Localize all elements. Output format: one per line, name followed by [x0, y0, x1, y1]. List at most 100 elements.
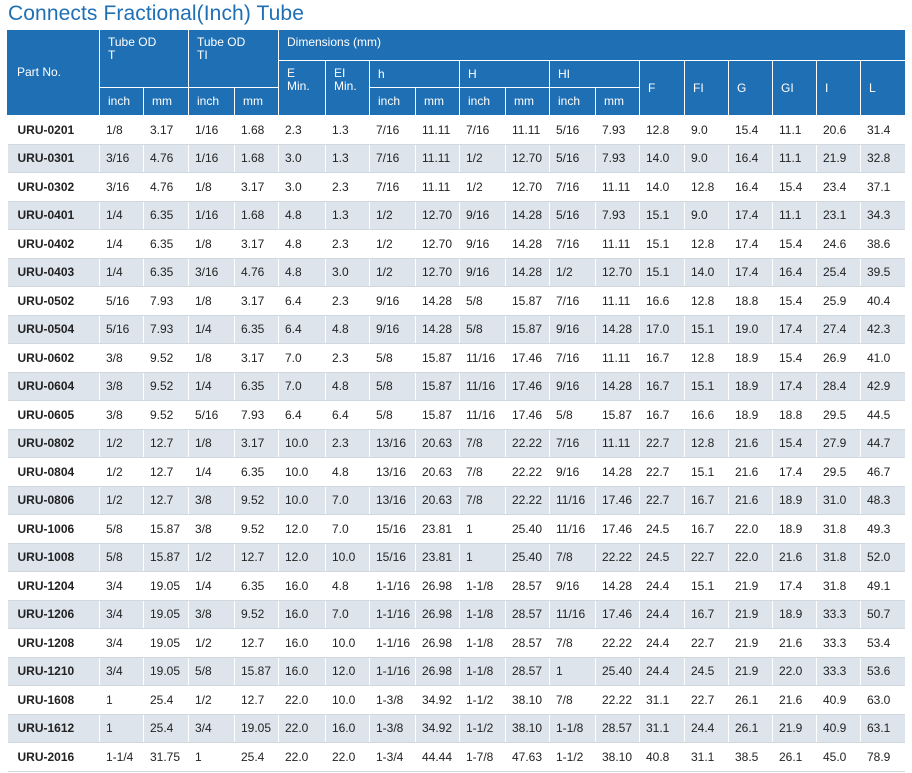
- table-cell: 1/8: [188, 429, 235, 458]
- table-cell: 2.3: [325, 429, 370, 458]
- table-cell: 16.4: [728, 172, 773, 202]
- table-cell: 17.4: [772, 457, 817, 487]
- table-cell: 17.46: [595, 600, 640, 629]
- part-number-cell: URU-0302: [7, 172, 100, 202]
- table-row: URU-1206 3/4 19.05 3/8 9.52 16.0 7.0 1-1/16 26.9…: [7, 600, 905, 629]
- table-cell: 24.6: [816, 229, 861, 259]
- table-cell: 12.8: [684, 172, 729, 202]
- table-cell: 45.0: [816, 742, 861, 772]
- header-dimensions: Dimensions (mm): [277, 30, 905, 61]
- table-cell: 5/16: [549, 144, 596, 173]
- table-cell: 11.11: [595, 286, 640, 316]
- table-row: URU-0402 1/4 6.35 1/8 3.17 4.8 2.3 1/2 12.70 9/16…: [7, 229, 905, 259]
- table-cell: 28.57: [505, 571, 550, 601]
- table-cell: 14.28: [415, 286, 460, 316]
- table-cell: 1/4: [188, 315, 235, 344]
- table-cell: 25.40: [505, 514, 550, 544]
- table-cell: 22.22: [595, 628, 640, 658]
- table-cell: 18.8: [728, 286, 773, 316]
- table-cell: 6.35: [234, 457, 279, 487]
- table-row: URU-2016 1-1/4 31.75 1 25.4 22.0 22.0 1-3/4 44.4…: [7, 742, 905, 772]
- table-cell: 29.5: [816, 457, 861, 487]
- table-cell: 40.9: [816, 714, 861, 743]
- table-cell: 21.9: [728, 600, 773, 629]
- table-cell: 3.17: [234, 343, 279, 373]
- table-cell: 12.8: [684, 429, 729, 458]
- table-cell: 5/8: [99, 543, 144, 572]
- table-cell: 12.0: [278, 514, 326, 544]
- table-cell: 9.52: [143, 372, 189, 401]
- table-cell: 22.22: [505, 457, 550, 487]
- table-cell: 24.4: [639, 600, 685, 629]
- table-cell: 1.3: [325, 115, 370, 145]
- table-cell: 3/16: [99, 144, 144, 173]
- table-cell: 42.3: [859, 315, 905, 344]
- table-cell: 9/16: [549, 315, 596, 344]
- header-h-small: h: [369, 60, 460, 88]
- table-cell: 9/16: [549, 457, 596, 487]
- table-cell: 7.93: [234, 400, 279, 430]
- table-cell: 11.11: [595, 429, 640, 458]
- table-cell: 11.11: [415, 115, 460, 145]
- part-number-cell: URU-0401: [7, 201, 100, 230]
- table-cell: 39.5: [859, 258, 905, 287]
- table-cell: 15.4: [728, 115, 773, 145]
- table-cell: 22.22: [595, 685, 640, 715]
- table-cell: 14.0: [639, 144, 685, 173]
- table-row: URU-1612 1 25.4 3/4 19.05 22.0 16.0 1-3/8 34.92 1…: [7, 714, 905, 743]
- table-cell: 1/2: [188, 685, 235, 715]
- table-cell: 6.35: [143, 201, 189, 230]
- table-cell: 14.0: [684, 258, 729, 287]
- table-cell: 1: [188, 742, 235, 772]
- table-cell: 40.4: [859, 286, 905, 316]
- table-cell: 5/8: [459, 315, 506, 344]
- part-number-cell: URU-0201: [7, 115, 100, 145]
- page-title: Connects Fractional(Inch) Tube: [8, 2, 304, 25]
- table-cell: 3/4: [99, 600, 144, 629]
- table-cell: 22.7: [684, 543, 729, 572]
- table-cell: 22.0: [278, 685, 326, 715]
- table-cell: 7/8: [459, 429, 506, 458]
- table-cell: 18.8: [772, 400, 817, 430]
- table-cell: 9/16: [549, 571, 596, 601]
- table-cell: 50.7: [859, 600, 905, 629]
- table-cell: 1/2: [369, 229, 416, 259]
- table-cell: 3/16: [99, 172, 144, 202]
- header-part-no: Part No.: [7, 30, 100, 116]
- header-unit-inch: inch: [549, 87, 596, 116]
- table-cell: 5/8: [369, 372, 416, 401]
- table-cell: 14.28: [595, 457, 640, 487]
- table-row: URU-0301 3/16 4.76 1/16 1.68 3.0 1.3 7/16 11.11 1…: [7, 144, 905, 173]
- table-cell: 3/8: [188, 486, 235, 515]
- table-cell: 3/16: [188, 258, 235, 287]
- part-number-cell: URU-1204: [7, 571, 100, 601]
- table-cell: 5/8: [459, 286, 506, 316]
- table-cell: 11/16: [459, 372, 506, 401]
- table-cell: 1-1/16: [369, 657, 416, 686]
- table-cell: 6.35: [234, 372, 279, 401]
- table-cell: 1-1/8: [459, 571, 506, 601]
- table-cell: 33.3: [816, 628, 861, 658]
- table-cell: 7/16: [549, 229, 596, 259]
- table-cell: 12.8: [684, 229, 729, 259]
- table-cell: 1/2: [369, 201, 416, 230]
- table-cell: 22.7: [639, 457, 685, 487]
- table-cell: 5/8: [188, 657, 235, 686]
- table-cell: 22.0: [772, 657, 817, 686]
- table-cell: 16.0: [278, 571, 326, 601]
- table-cell: 9/16: [459, 229, 506, 259]
- table-cell: 28.57: [505, 628, 550, 658]
- table-cell: 9/16: [369, 286, 416, 316]
- table-cell: 12.8: [684, 286, 729, 316]
- table-cell: 42.9: [859, 372, 905, 401]
- table-row: URU-1006 5/8 15.87 3/8 9.52 12.0 7.0 15/16 23.81…: [7, 514, 905, 544]
- table-cell: 1-1/16: [369, 571, 416, 601]
- table-cell: 1/4: [99, 258, 144, 287]
- table-cell: 37.1: [859, 172, 905, 202]
- table-cell: 11.11: [415, 144, 460, 173]
- table-cell: 15.1: [639, 258, 685, 287]
- table-row: URU-0605 3/8 9.52 5/16 7.93 6.4 6.4 5/8 15.87 11/…: [7, 400, 905, 430]
- table-cell: 1-3/8: [369, 685, 416, 715]
- table-row: URU-1008 5/8 15.87 1/2 12.7 12.0 10.0 15/16 23.8…: [7, 543, 905, 572]
- table-cell: 4.8: [325, 457, 370, 487]
